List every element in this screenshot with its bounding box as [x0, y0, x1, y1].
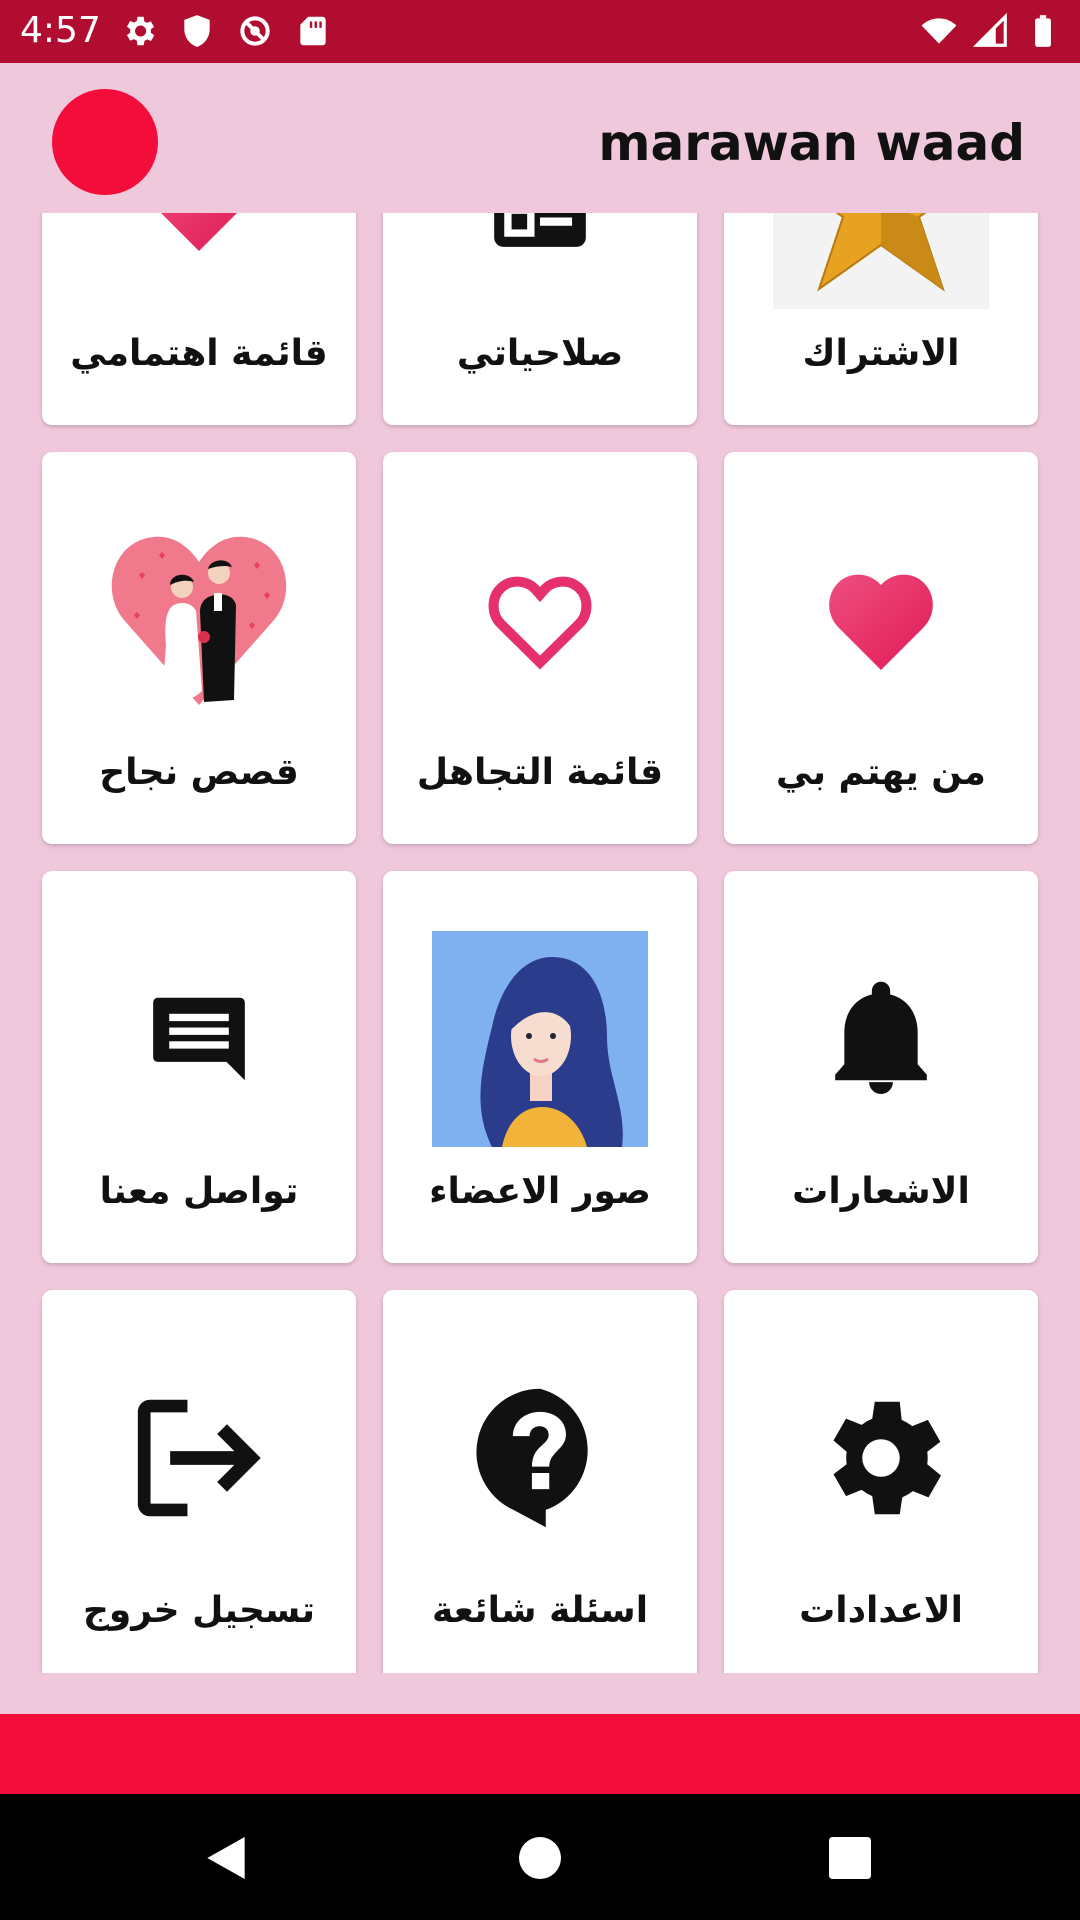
sd-card-icon: [300, 16, 326, 46]
menu-card-interested-in-me[interactable]: من يهتم بي: [724, 452, 1038, 844]
menu-card-ignore-list[interactable]: قائمة التجاهل: [383, 452, 697, 844]
signal-icon: [972, 12, 1007, 47]
checklist-icon: [432, 213, 648, 309]
bottom-banner-bar: [0, 1714, 1080, 1794]
heart-outline-icon: [432, 512, 648, 728]
menu-label-notifications: الاشعارات: [792, 1171, 970, 1212]
gear-icon: [126, 16, 155, 46]
no-sync-icon: [240, 16, 270, 46]
heart-filled-icon: [91, 213, 307, 309]
help-bubble-icon: [432, 1350, 648, 1566]
star-icon: [773, 213, 989, 309]
status-bar: 4:57: [0, 0, 1080, 63]
menu-card-subscription[interactable]: الاشتراك: [724, 213, 1038, 425]
menu-label-ignore-list: قائمة التجاهل: [416, 752, 664, 793]
app-header: marawan waad: [0, 63, 1080, 213]
menu-label-contact-us: تواصل معنا: [99, 1171, 299, 1212]
avatar[interactable]: [52, 89, 158, 195]
menu-card-settings[interactable]: الاعدادات: [724, 1290, 1038, 1673]
heart-filled-icon: [773, 512, 989, 728]
recents-icon[interactable]: [822, 1830, 878, 1886]
page-title: marawan waad: [598, 114, 1025, 172]
menu-card-logout[interactable]: تسجيل خروج: [42, 1290, 356, 1673]
menu-label-permissions: صلاحياتي: [456, 333, 624, 374]
couple-heart-icon: [91, 512, 307, 728]
menu-label-success-stories: قصص نجاح: [99, 752, 299, 793]
settings-gear-icon: [773, 1350, 989, 1566]
menu-card-contact-us[interactable]: تواصل معنا: [42, 871, 356, 1263]
status-time: 4:57: [20, 10, 101, 51]
logout-icon: [91, 1350, 307, 1566]
menu-grid: الاشتراك صلاحياتي قائمة اهتمامي من يهتم …: [42, 213, 1038, 1673]
system-nav-bar: [0, 1794, 1080, 1920]
menu-label-settings: الاعدادات: [799, 1590, 963, 1631]
menu-label-subscription: الاشتراك: [802, 333, 960, 374]
back-icon[interactable]: [198, 1830, 254, 1886]
menu-card-permissions[interactable]: صلاحياتي: [383, 213, 697, 425]
home-icon[interactable]: [512, 1830, 568, 1886]
menu-label-logout: تسجيل خروج: [82, 1590, 316, 1631]
menu-card-member-photos[interactable]: صور الاعضاء: [383, 871, 697, 1263]
menu-card-notifications[interactable]: الاشعارات: [724, 871, 1038, 1263]
menu-grid-scroll[interactable]: الاشتراك صلاحياتي قائمة اهتمامي من يهتم …: [0, 213, 1080, 1673]
shield-icon: [184, 15, 210, 47]
menu-card-my-interests[interactable]: قائمة اهتمامي: [42, 213, 356, 425]
menu-card-faq[interactable]: اسئلة شائعة: [383, 1290, 697, 1673]
bell-icon: [773, 931, 989, 1147]
menu-label-my-interests: قائمة اهتمامي: [70, 333, 328, 374]
menu-card-success-stories[interactable]: قصص نجاح: [42, 452, 356, 844]
chat-icon: [91, 931, 307, 1147]
menu-label-interested-in-me: من يهتم بي: [776, 752, 986, 793]
woman-portrait-icon: [432, 931, 648, 1147]
menu-label-member-photos: صور الاعضاء: [429, 1171, 651, 1212]
menu-label-faq: اسئلة شائعة: [431, 1590, 649, 1631]
wifi-icon: [921, 18, 957, 44]
battery-icon: [1035, 15, 1051, 47]
